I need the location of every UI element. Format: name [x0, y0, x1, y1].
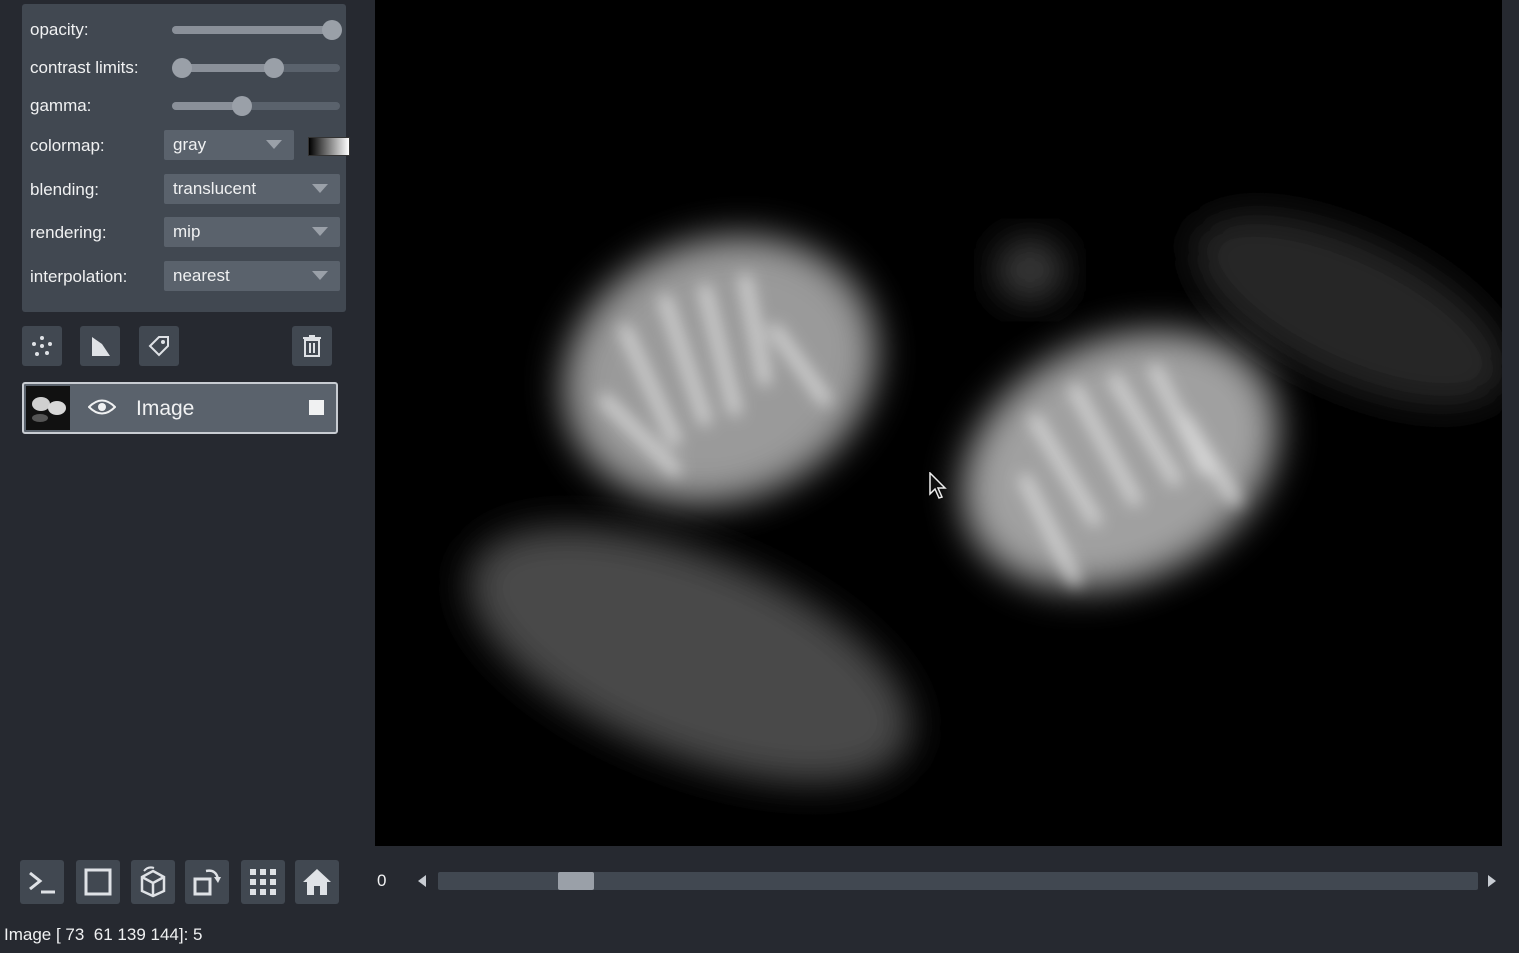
- console-button[interactable]: [20, 860, 64, 904]
- grid-icon: [250, 869, 276, 895]
- opacity-row: opacity:: [30, 14, 342, 44]
- layer-controls-panel: opacity: contrast limits: gamma: colorma…: [22, 4, 350, 312]
- home-button[interactable]: [295, 860, 339, 904]
- rendering-row: rendering: mip: [30, 217, 340, 247]
- contrast-limits-slider[interactable]: [172, 58, 340, 78]
- rendering-value: mip: [173, 222, 201, 241]
- blending-label: blending:: [30, 180, 100, 199]
- gamma-slider-handle[interactable]: [232, 96, 252, 116]
- interpolation-dropdown[interactable]: nearest: [164, 261, 340, 291]
- colormap-preview: [308, 137, 350, 156]
- transpose-icon: [193, 869, 221, 896]
- mouse-cursor-icon: [929, 472, 947, 499]
- colormap-row: colormap: gray: [30, 130, 350, 160]
- gamma-slider[interactable]: [172, 96, 340, 116]
- scroll-right-arrow-icon[interactable]: [1488, 875, 1496, 887]
- gamma-row: gamma:: [30, 90, 340, 120]
- home-icon: [303, 869, 331, 895]
- contrast-limits-label: contrast limits:: [30, 58, 139, 77]
- status-bar: Image [ 73 61 139 144]: 5: [4, 925, 203, 944]
- interpolation-row: interpolation: nearest: [30, 261, 340, 291]
- chevron-down-icon: [312, 227, 328, 236]
- dims-slider-handle[interactable]: [558, 872, 594, 890]
- new-points-icon: [32, 336, 52, 356]
- layer-name[interactable]: Image: [136, 397, 194, 421]
- opacity-slider-fill: [172, 26, 340, 34]
- opacity-label: opacity:: [30, 20, 89, 39]
- eye-icon[interactable]: [88, 397, 116, 417]
- grid-view-button[interactable]: [241, 860, 285, 904]
- chevron-down-icon: [312, 184, 328, 193]
- new-labels-layer-button[interactable]: [139, 326, 179, 366]
- chevron-down-icon: [312, 271, 328, 280]
- layer-item-image[interactable]: Image: [22, 382, 338, 434]
- colormap-dropdown[interactable]: gray: [164, 130, 294, 160]
- contrast-limits-low-handle[interactable]: [172, 58, 192, 78]
- ndisplay-square-icon: [84, 868, 112, 896]
- layer-thumbnail: [26, 386, 70, 430]
- ndisplay-button[interactable]: [76, 860, 120, 904]
- image-layer-type-icon: [309, 400, 324, 415]
- viewer-canvas[interactable]: [375, 0, 1502, 846]
- image-render: [468, 214, 1502, 783]
- gamma-label: gamma:: [30, 96, 92, 115]
- interpolation-value: nearest: [173, 266, 230, 285]
- opacity-slider-handle[interactable]: [322, 20, 342, 40]
- opacity-slider[interactable]: [172, 20, 342, 40]
- new-labels-icon: [148, 336, 169, 357]
- colormap-label: colormap:: [30, 136, 105, 155]
- scroll-left-arrow-icon[interactable]: [418, 875, 426, 887]
- transpose-button[interactable]: [185, 860, 229, 904]
- roll-dims-button[interactable]: [131, 860, 175, 904]
- contrast-limits-row: contrast limits:: [30, 52, 340, 82]
- blending-row: blending: translucent: [30, 174, 340, 204]
- interpolation-label: interpolation:: [30, 267, 128, 286]
- new-shapes-icon: [92, 337, 110, 356]
- blending-value: translucent: [173, 179, 257, 198]
- new-shapes-layer-button[interactable]: [80, 326, 120, 366]
- delete-layer-button[interactable]: [292, 326, 332, 366]
- chevron-down-icon: [266, 140, 282, 149]
- rendering-label: rendering:: [30, 223, 107, 242]
- new-points-layer-button[interactable]: [22, 326, 62, 366]
- contrast-limits-high-handle[interactable]: [264, 58, 284, 78]
- dims-slider[interactable]: [438, 872, 1478, 890]
- colormap-value: gray: [173, 135, 207, 154]
- dims-frame-number: 0: [377, 871, 387, 890]
- delete-layer-icon: [303, 335, 321, 357]
- rendering-dropdown[interactable]: mip: [164, 217, 340, 247]
- blending-dropdown[interactable]: translucent: [164, 174, 340, 204]
- console-icon: [29, 871, 55, 894]
- roll-dims-icon: [140, 866, 166, 898]
- contrast-limits-range-fill: [182, 64, 274, 72]
